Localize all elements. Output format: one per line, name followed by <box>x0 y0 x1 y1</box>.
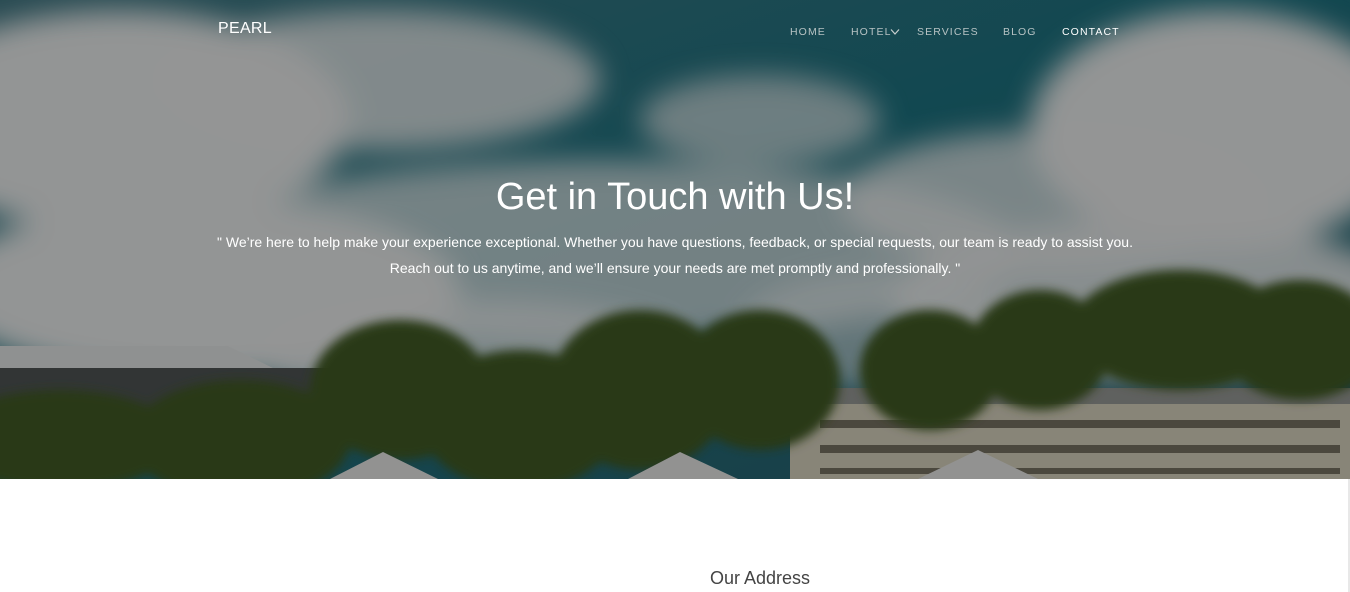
nav-item-services[interactable]: SERVICES <box>917 26 979 38</box>
hero-banner: PEARL HOME HOTEL SERVICES BLOG CONTACT G… <box>0 0 1350 479</box>
hero-title: Get in Touch with Us! <box>495 176 855 218</box>
nav-item-contact[interactable]: CONTACT <box>1062 26 1120 38</box>
nav-item-hotel[interactable]: HOTEL <box>851 26 892 38</box>
hero-description: " We’re here to help make your experienc… <box>217 234 1133 276</box>
nav-item-home[interactable]: HOME <box>790 26 826 38</box>
brand-logo[interactable]: PEARL <box>218 20 272 38</box>
nav-item-blog[interactable]: BLOG <box>1003 26 1037 38</box>
chevron-down-icon[interactable] <box>890 28 900 36</box>
address-heading: Our Address <box>709 568 811 588</box>
